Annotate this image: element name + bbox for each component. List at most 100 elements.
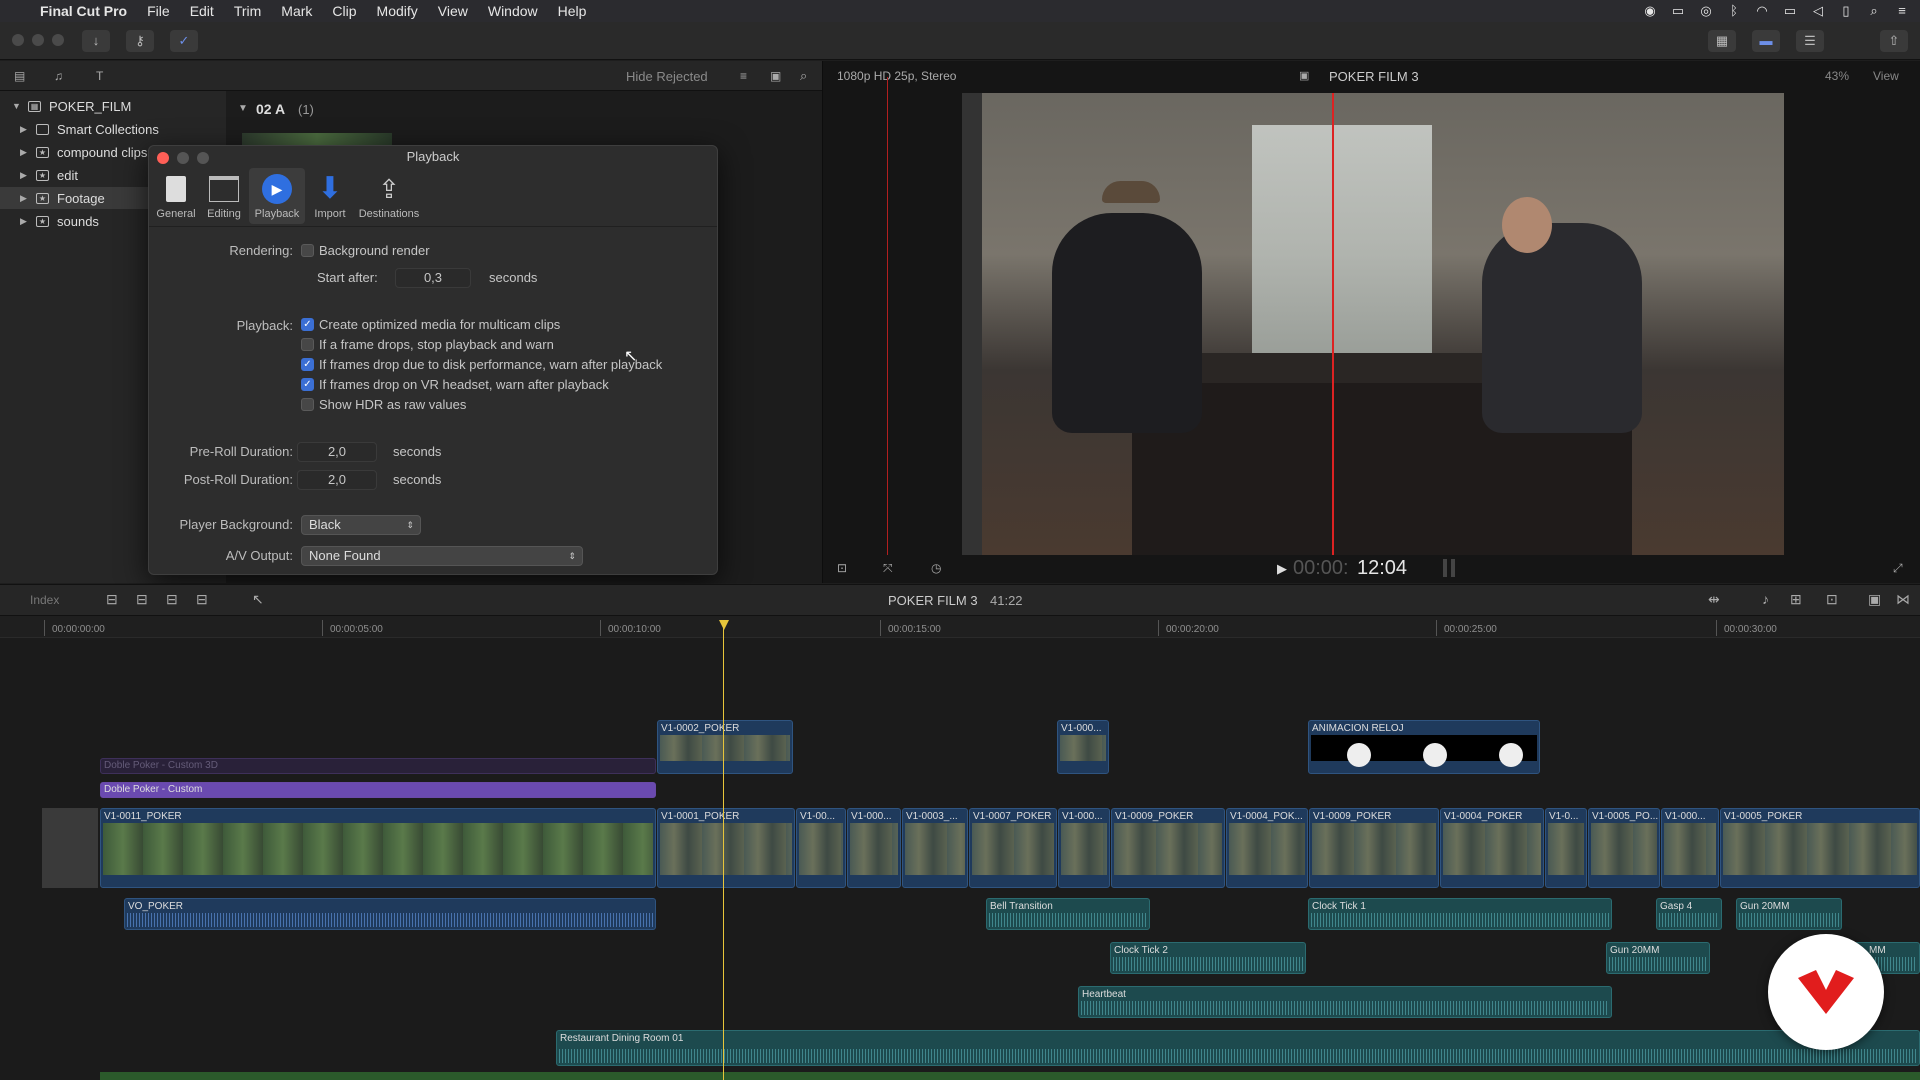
keywords-button[interactable]: ⚷	[126, 30, 154, 52]
primary-clip[interactable]: V1-0005_POKER	[1720, 808, 1920, 888]
disclosure-open-icon[interactable]: ▼	[238, 103, 248, 114]
preroll-stepper[interactable]: 2,0	[297, 442, 377, 462]
retime-icon[interactable]: ◷	[931, 561, 941, 575]
disclosure-open-icon[interactable]: ▼	[12, 101, 22, 111]
window-close-button[interactable]	[12, 34, 24, 46]
view-popup[interactable]: View	[1873, 69, 1899, 83]
list-view-icon[interactable]: ≡	[740, 69, 747, 83]
option-checkbox-2[interactable]	[301, 338, 314, 351]
tab-general[interactable]: General	[153, 168, 199, 224]
av-output-select[interactable]: None Found ⇕	[301, 546, 583, 566]
tab-playback[interactable]: ▶ Playback	[249, 168, 305, 224]
view-options-icon[interactable]: ⊡	[837, 561, 847, 575]
postroll-stepper[interactable]: 2,0	[297, 470, 377, 490]
menu-file[interactable]: File	[137, 0, 180, 22]
zoom-button[interactable]	[197, 152, 209, 164]
sidebar-item-compound-clips[interactable]: ▶ ★ compound clips	[0, 141, 147, 163]
primary-clip[interactable]: V1-000...	[847, 808, 901, 888]
titles-icon[interactable]: T	[96, 69, 103, 83]
option-checkbox-1[interactable]: ✓	[301, 318, 314, 331]
primary-clip[interactable]: V1-0011_POKER	[100, 808, 656, 888]
primary-clip[interactable]: V1-000...	[1058, 808, 1110, 888]
connected-clip[interactable]: V1-000...	[1057, 720, 1109, 774]
skimming-icon[interactable]: ⇹	[1708, 591, 1720, 608]
background-render-checkbox[interactable]	[301, 244, 314, 257]
battery-icon[interactable]: ▯	[1838, 4, 1854, 17]
background-tasks-button[interactable]: ✓	[170, 30, 198, 52]
cc-icon[interactable]: ◎	[1698, 4, 1714, 17]
audio-clip[interactable]: Restaurant Dining Room 01	[556, 1030, 1920, 1066]
library-item-poker-film[interactable]: ▼ ▦ POKER_FILM	[0, 95, 131, 117]
window-zoom-button[interactable]	[52, 34, 64, 46]
sidebar-item-smart-collections[interactable]: ▶ Smart Collections	[0, 118, 159, 140]
disclosure-closed-icon[interactable]: ▶	[20, 170, 30, 181]
timeline-toggle-button[interactable]: ▬	[1752, 30, 1780, 52]
audio-clip[interactable]: Gun 20MM	[1736, 898, 1842, 930]
menu-trim[interactable]: Trim	[224, 0, 271, 22]
notification-center-icon[interactable]: ≡	[1894, 4, 1910, 17]
play-icon[interactable]: ▶	[1277, 561, 1287, 577]
select-tool-icon[interactable]: ↖	[252, 591, 264, 608]
connected-clip[interactable]: ANIMACION RELOJ	[1308, 720, 1540, 774]
primary-clip[interactable]: V1-0009_POKER	[1111, 808, 1225, 888]
effects-browser-icon[interactable]: ⋈	[1896, 591, 1910, 608]
audio-skimming-icon[interactable]: ♪	[1762, 591, 1769, 607]
primary-clip[interactable]: V1-0005_PO...	[1588, 808, 1660, 888]
record-icon[interactable]: ◉	[1642, 4, 1658, 17]
search-icon[interactable]: ⌕	[1866, 4, 1882, 17]
screen-icon[interactable]: ▭	[1670, 4, 1686, 17]
audio-clip[interactable]: Bell Transition	[986, 898, 1150, 930]
inspector-toggle-button[interactable]: ☰	[1796, 30, 1824, 52]
tab-editing[interactable]: Editing	[201, 168, 247, 224]
menu-edit[interactable]: Edit	[180, 0, 224, 22]
overwrite-clip-icon[interactable]: ⊟	[196, 591, 208, 608]
disclosure-closed-icon[interactable]: ▶	[20, 216, 30, 227]
tab-destinations[interactable]: ⇪ Destinations	[355, 168, 423, 224]
wifi-icon[interactable]: ◠	[1754, 4, 1770, 17]
menu-view[interactable]: View	[428, 0, 478, 22]
menu-window[interactable]: Window	[478, 0, 548, 22]
option-checkbox-3[interactable]: ✓	[301, 358, 314, 371]
volume-icon[interactable]: ◁	[1810, 4, 1826, 17]
playhead[interactable]	[723, 628, 724, 1080]
sidebar-item-sounds[interactable]: ▶ ★ sounds	[0, 210, 99, 232]
music-clip[interactable]	[100, 1072, 1920, 1080]
share-button[interactable]: ⇧	[1880, 30, 1908, 52]
player-background-select[interactable]: Black ⇕	[301, 515, 421, 535]
airplay-icon[interactable]: ▭	[1782, 4, 1798, 17]
compound-clip[interactable]: Doble Poker - Custom 3D	[100, 758, 656, 774]
gap-clip[interactable]	[42, 808, 98, 888]
connect-clip-icon[interactable]: ⊟	[106, 591, 118, 608]
disclosure-closed-icon[interactable]: ▶	[20, 124, 30, 135]
timeline-ruler[interactable]: 00:00:00:00 00:00:05:00 00:00:10:00 00:0…	[0, 616, 1920, 638]
connected-clip[interactable]: V1-0002_POKER	[657, 720, 793, 774]
import-media-button[interactable]: ↓	[82, 30, 110, 52]
photos-icon[interactable]: ♫	[54, 69, 63, 83]
solo-icon[interactable]: ⊞	[1790, 591, 1802, 608]
sidebar-item-edit[interactable]: ▶ ★ edit	[0, 164, 78, 186]
index-button[interactable]: Index	[30, 593, 59, 607]
search-icon[interactable]: ⌕	[800, 68, 807, 84]
primary-clip[interactable]: V1-0004_POKER	[1440, 808, 1544, 888]
option-checkbox-4[interactable]: ✓	[301, 378, 314, 391]
primary-clip[interactable]: V1-0009_POKER	[1309, 808, 1439, 888]
primary-clip[interactable]: V1-0007_POKER	[969, 808, 1057, 888]
transform-icon[interactable]: ⤧	[883, 561, 893, 576]
menu-help[interactable]: Help	[548, 0, 597, 22]
browser-toggle-button[interactable]: ▦	[1708, 30, 1736, 52]
menu-mark[interactable]: Mark	[271, 0, 322, 22]
clip-appearance-icon[interactable]: ▣	[1868, 591, 1881, 608]
audio-clip[interactable]: Gun 20MM	[1606, 942, 1710, 974]
disclosure-closed-icon[interactable]: ▶	[20, 147, 30, 158]
snapping-icon[interactable]: ⊡	[1826, 591, 1838, 608]
primary-clip[interactable]: V1-000...	[1661, 808, 1719, 888]
window-minimize-button[interactable]	[32, 34, 44, 46]
bluetooth-icon[interactable]: ᛒ	[1726, 4, 1742, 17]
option-checkbox-5[interactable]	[301, 398, 314, 411]
fullscreen-icon[interactable]: ⤢	[1893, 561, 1903, 576]
compound-clip[interactable]: Doble Poker - Custom	[100, 782, 656, 798]
disclosure-closed-icon[interactable]: ▶	[20, 193, 30, 204]
append-clip-icon[interactable]: ⊟	[166, 591, 178, 608]
minimize-button[interactable]	[177, 152, 189, 164]
primary-clip[interactable]: V1-0...	[1545, 808, 1587, 888]
